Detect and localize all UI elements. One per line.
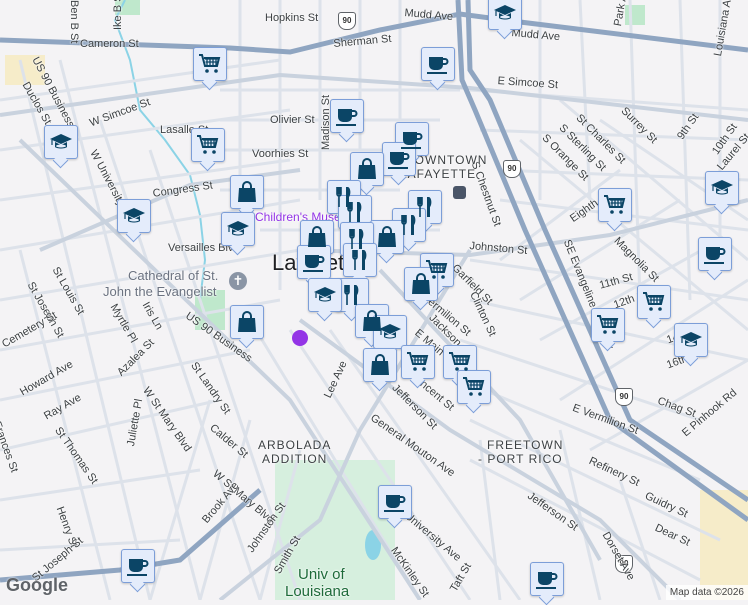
google-logo: Google [6,575,68,595]
area-label: ARBOLADA [258,438,332,452]
cafe-marker[interactable] [421,47,455,81]
shopping-bag-icon [375,225,399,249]
graduation-cap-icon [679,328,703,352]
graduation-cap-icon [313,283,337,307]
shop-marker[interactable] [300,220,334,254]
street-label: Voorhies St [252,148,309,160]
shop-marker[interactable] [230,305,264,339]
school-marker[interactable] [373,315,407,349]
cafe-marker[interactable] [530,562,564,596]
street-label: Ike B St [112,0,124,30]
shopping-cart-icon [462,375,486,399]
transit-station-icon[interactable] [453,186,466,199]
grocery-marker[interactable] [191,128,225,162]
shopping-cart-icon [642,290,666,314]
church-icon[interactable]: ✝ [229,272,247,290]
shopping-cart-icon [596,313,620,337]
graduation-cap-icon [493,1,517,25]
grocery-marker[interactable] [401,345,435,379]
us-90-shield: 90 [338,12,356,30]
shopping-cart-icon [406,350,430,374]
school-marker[interactable] [705,171,739,205]
shopping-cart-icon [603,193,627,217]
grocery-marker[interactable] [637,285,671,319]
shop-marker[interactable] [230,175,264,209]
us-90-shield: 90 [615,388,633,406]
restaurant-marker[interactable] [338,195,372,229]
grocery-marker[interactable] [193,47,227,81]
restaurant-marker[interactable] [343,243,377,277]
coffee-cup-icon [426,52,450,76]
school-marker[interactable] [674,323,708,357]
shopping-bag-icon [409,272,433,296]
shopping-cart-icon [448,350,472,374]
street-label: Olivier St [270,114,315,126]
graduation-cap-icon [710,176,734,200]
shop-marker[interactable] [363,348,397,382]
school-marker[interactable] [117,199,151,233]
coffee-cup-icon [126,554,150,578]
map-attribution[interactable]: Map data ©2026 [665,585,748,600]
restaurant-icon [340,283,364,307]
shopping-cart-icon [198,52,222,76]
shopping-bag-icon [305,225,329,249]
coffee-cup-icon [302,250,326,274]
coffee-cup-icon [535,567,559,591]
coffee-cup-icon [387,147,411,171]
school-marker[interactable] [221,212,255,246]
us-90-shield: 90 [503,160,521,178]
shop-marker[interactable] [404,267,438,301]
shopping-bag-icon [235,310,259,334]
coffee-cup-icon [703,242,727,266]
cathedral-label[interactable]: John the Evangelist [103,284,216,299]
cathedral-label[interactable]: Cathedral of St. [128,268,218,283]
street-label: Ben B St [68,0,80,44]
grocery-marker[interactable] [598,188,632,222]
university-label[interactable]: Louisiana [285,583,349,600]
shopping-bag-icon [368,353,392,377]
grocery-marker[interactable] [443,345,477,379]
shopping-cart-icon [196,133,220,157]
coffee-cup-icon [335,104,359,128]
school-marker[interactable] [44,125,78,159]
museum-icon[interactable] [292,330,308,346]
area-label: - PORT RICO [478,452,563,466]
shop-marker[interactable] [350,152,384,186]
cafe-marker[interactable] [121,549,155,583]
cafe-marker[interactable] [297,245,331,279]
restaurant-icon [343,200,367,224]
coffee-cup-icon [383,490,407,514]
shop-marker[interactable] [370,220,404,254]
restaurant-icon [348,248,372,272]
street-label: Cameron St [80,38,139,50]
grocery-marker[interactable] [457,370,491,404]
cafe-marker[interactable] [382,142,416,176]
restaurant-marker[interactable] [335,278,369,312]
shopping-bag-icon [355,157,379,181]
school-marker[interactable] [308,278,342,312]
graduation-cap-icon [122,204,146,228]
university-label[interactable]: Univ of [298,566,345,583]
cafe-marker[interactable] [330,99,364,133]
school-marker[interactable] [488,0,522,30]
graduation-cap-icon [49,130,73,154]
graduation-cap-icon [378,320,402,344]
grocery-marker[interactable] [591,308,625,342]
graduation-cap-icon [226,217,250,241]
cafe-marker[interactable] [378,485,412,519]
street-label: Hopkins St [265,12,319,24]
area-label: ADDITION [262,452,328,466]
cafe-marker[interactable] [698,237,732,271]
restaurant-icon [397,213,421,237]
area-label: FREETOWN [487,438,564,452]
shopping-bag-icon [235,180,259,204]
